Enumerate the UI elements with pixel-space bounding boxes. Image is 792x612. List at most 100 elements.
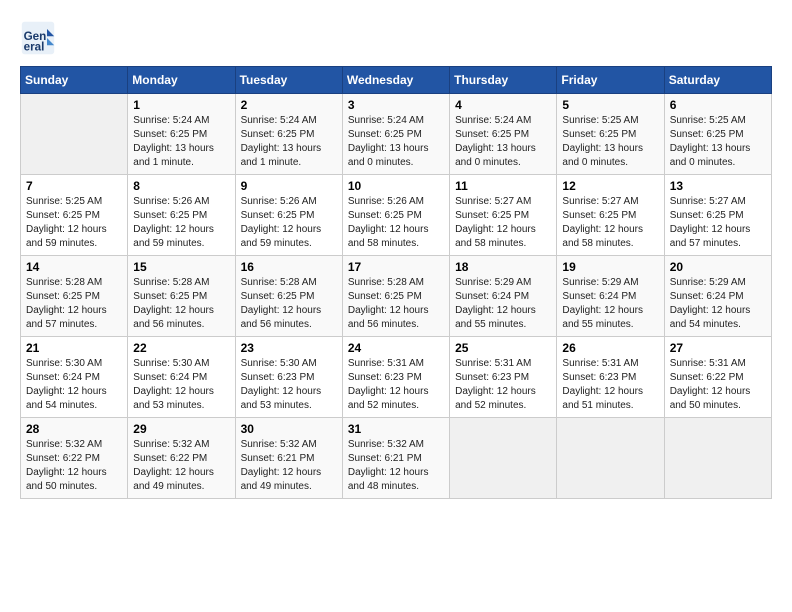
day-info: Sunrise: 5:25 AMSunset: 6:25 PMDaylight:… xyxy=(562,114,658,170)
day-number: 22 xyxy=(133,341,229,355)
day-info: Sunrise: 5:27 AMSunset: 6:25 PMDaylight:… xyxy=(455,195,551,251)
day-info: Sunrise: 5:30 AMSunset: 6:24 PMDaylight:… xyxy=(26,357,122,413)
calendar-cell: 2 Sunrise: 5:24 AMSunset: 6:25 PMDaylight… xyxy=(235,94,342,175)
day-info: Sunrise: 5:26 AMSunset: 6:25 PMDaylight:… xyxy=(133,195,229,251)
day-number: 20 xyxy=(670,260,766,274)
day-info: Sunrise: 5:29 AMSunset: 6:24 PMDaylight:… xyxy=(670,276,766,332)
calendar-cell: 24 Sunrise: 5:31 AMSunset: 6:23 PMDayligh… xyxy=(342,337,449,418)
calendar-cell xyxy=(557,418,664,499)
day-number: 9 xyxy=(241,179,337,193)
day-number: 4 xyxy=(455,98,551,112)
calendar-cell: 12 Sunrise: 5:27 AMSunset: 6:25 PMDayligh… xyxy=(557,175,664,256)
calendar-cell: 23Sunrise: 5:30 AMSunset: 6:23 PMDayligh… xyxy=(235,337,342,418)
weekday-header-thursday: Thursday xyxy=(450,67,557,94)
day-number: 2 xyxy=(241,98,337,112)
day-number: 18 xyxy=(455,260,551,274)
day-number: 19 xyxy=(562,260,658,274)
weekday-header-monday: Monday xyxy=(128,67,235,94)
day-info: Sunrise: 5:24 AMSunset: 6:25 PMDaylight:… xyxy=(241,114,337,170)
day-info: Sunrise: 5:24 AMSunset: 6:25 PMDaylight:… xyxy=(133,114,229,170)
calendar-cell xyxy=(450,418,557,499)
day-info: Sunrise: 5:29 AMSunset: 6:24 PMDaylight:… xyxy=(562,276,658,332)
logo: Gen eral xyxy=(20,20,62,56)
day-number: 24 xyxy=(348,341,444,355)
calendar-cell: 15 Sunrise: 5:28 AMSunset: 6:25 PMDayligh… xyxy=(128,256,235,337)
calendar-cell: 10 Sunrise: 5:26 AMSunset: 6:25 PMDayligh… xyxy=(342,175,449,256)
day-number: 1 xyxy=(133,98,229,112)
day-info: Sunrise: 5:31 AMSunset: 6:23 PMDaylight:… xyxy=(348,357,444,413)
day-number: 26 xyxy=(562,341,658,355)
day-info: Sunrise: 5:26 AMSunset: 6:25 PMDaylight:… xyxy=(241,195,337,251)
logo-icon: Gen eral xyxy=(20,20,56,56)
day-info: Sunrise: 5:31 AMSunset: 6:22 PMDaylight:… xyxy=(670,357,766,413)
day-info: Sunrise: 5:28 AMSunset: 6:25 PMDaylight:… xyxy=(133,276,229,332)
day-number: 27 xyxy=(670,341,766,355)
calendar-cell: 30 Sunrise: 5:32 AMSunset: 6:21 PMDayligh… xyxy=(235,418,342,499)
svg-text:eral: eral xyxy=(24,41,45,54)
day-number: 10 xyxy=(348,179,444,193)
day-number: 15 xyxy=(133,260,229,274)
calendar-body: 1 Sunrise: 5:24 AMSunset: 6:25 PMDaylight… xyxy=(21,94,772,499)
day-number: 21 xyxy=(26,341,122,355)
weekday-header-wednesday: Wednesday xyxy=(342,67,449,94)
calendar-cell: 27 Sunrise: 5:31 AMSunset: 6:22 PMDayligh… xyxy=(664,337,771,418)
calendar-cell: 11Sunrise: 5:27 AMSunset: 6:25 PMDayligh… xyxy=(450,175,557,256)
weekday-header-sunday: Sunday xyxy=(21,67,128,94)
day-info: Sunrise: 5:30 AMSunset: 6:24 PMDaylight:… xyxy=(133,357,229,413)
header: Gen eral xyxy=(20,20,772,56)
day-info: Sunrise: 5:31 AMSunset: 6:23 PMDaylight:… xyxy=(562,357,658,413)
calendar-cell xyxy=(664,418,771,499)
day-number: 8 xyxy=(133,179,229,193)
calendar-cell: 25Sunrise: 5:31 AMSunset: 6:23 PMDayligh… xyxy=(450,337,557,418)
day-info: Sunrise: 5:28 AMSunset: 6:25 PMDaylight:… xyxy=(348,276,444,332)
day-info: Sunrise: 5:32 AMSunset: 6:21 PMDaylight:… xyxy=(241,438,337,494)
day-number: 31 xyxy=(348,422,444,436)
calendar-cell: 5 Sunrise: 5:25 AMSunset: 6:25 PMDaylight… xyxy=(557,94,664,175)
week-row-2: 14 Sunrise: 5:28 AMSunset: 6:25 PMDayligh… xyxy=(21,256,772,337)
calendar-cell: 4 Sunrise: 5:24 AMSunset: 6:25 PMDaylight… xyxy=(450,94,557,175)
day-number: 23 xyxy=(241,341,337,355)
calendar-cell: 14Sunrise: 5:28 AMSunset: 6:25 PMDayligh… xyxy=(21,256,128,337)
day-number: 16 xyxy=(241,260,337,274)
day-info: Sunrise: 5:29 AMSunset: 6:24 PMDaylight:… xyxy=(455,276,551,332)
calendar-cell: 26 Sunrise: 5:31 AMSunset: 6:23 PMDayligh… xyxy=(557,337,664,418)
week-row-4: 28Sunrise: 5:32 AMSunset: 6:22 PMDayligh… xyxy=(21,418,772,499)
day-info: Sunrise: 5:26 AMSunset: 6:25 PMDaylight:… xyxy=(348,195,444,251)
day-number: 7 xyxy=(26,179,122,193)
calendar-cell: 13 Sunrise: 5:27 AMSunset: 6:25 PMDayligh… xyxy=(664,175,771,256)
calendar-cell: 19 Sunrise: 5:29 AMSunset: 6:24 PMDayligh… xyxy=(557,256,664,337)
calendar-cell: 21 Sunrise: 5:30 AMSunset: 6:24 PMDayligh… xyxy=(21,337,128,418)
day-number: 17 xyxy=(348,260,444,274)
week-row-1: 7Sunrise: 5:25 AMSunset: 6:25 PMDaylight… xyxy=(21,175,772,256)
day-number: 29 xyxy=(133,422,229,436)
calendar-cell: 8 Sunrise: 5:26 AMSunset: 6:25 PMDaylight… xyxy=(128,175,235,256)
calendar-cell: 7Sunrise: 5:25 AMSunset: 6:25 PMDaylight… xyxy=(21,175,128,256)
day-info: Sunrise: 5:25 AMSunset: 6:25 PMDaylight:… xyxy=(670,114,766,170)
day-number: 13 xyxy=(670,179,766,193)
calendar-cell: 9 Sunrise: 5:26 AMSunset: 6:25 PMDaylight… xyxy=(235,175,342,256)
week-row-3: 21 Sunrise: 5:30 AMSunset: 6:24 PMDayligh… xyxy=(21,337,772,418)
week-row-0: 1 Sunrise: 5:24 AMSunset: 6:25 PMDaylight… xyxy=(21,94,772,175)
weekday-header-row: SundayMondayTuesdayWednesdayThursdayFrid… xyxy=(21,67,772,94)
weekday-header-saturday: Saturday xyxy=(664,67,771,94)
day-number: 5 xyxy=(562,98,658,112)
day-info: Sunrise: 5:27 AMSunset: 6:25 PMDaylight:… xyxy=(562,195,658,251)
day-number: 14 xyxy=(26,260,122,274)
day-number: 12 xyxy=(562,179,658,193)
day-info: Sunrise: 5:28 AMSunset: 6:25 PMDaylight:… xyxy=(241,276,337,332)
calendar-cell: 16 Sunrise: 5:28 AMSunset: 6:25 PMDayligh… xyxy=(235,256,342,337)
day-info: Sunrise: 5:32 AMSunset: 6:21 PMDaylight:… xyxy=(348,438,444,494)
calendar-cell: 1 Sunrise: 5:24 AMSunset: 6:25 PMDaylight… xyxy=(128,94,235,175)
day-number: 30 xyxy=(241,422,337,436)
day-info: Sunrise: 5:32 AMSunset: 6:22 PMDaylight:… xyxy=(133,438,229,494)
day-info: Sunrise: 5:27 AMSunset: 6:25 PMDaylight:… xyxy=(670,195,766,251)
calendar-cell: 20 Sunrise: 5:29 AMSunset: 6:24 PMDayligh… xyxy=(664,256,771,337)
calendar-cell: 6Sunrise: 5:25 AMSunset: 6:25 PMDaylight… xyxy=(664,94,771,175)
day-info: Sunrise: 5:24 AMSunset: 6:25 PMDaylight:… xyxy=(455,114,551,170)
day-info: Sunrise: 5:32 AMSunset: 6:22 PMDaylight:… xyxy=(26,438,122,494)
calendar-cell: 3Sunrise: 5:24 AMSunset: 6:25 PMDaylight… xyxy=(342,94,449,175)
calendar-cell: 17 Sunrise: 5:28 AMSunset: 6:25 PMDayligh… xyxy=(342,256,449,337)
day-number: 3 xyxy=(348,98,444,112)
calendar-cell: 22 Sunrise: 5:30 AMSunset: 6:24 PMDayligh… xyxy=(128,337,235,418)
calendar-cell: 28Sunrise: 5:32 AMSunset: 6:22 PMDayligh… xyxy=(21,418,128,499)
